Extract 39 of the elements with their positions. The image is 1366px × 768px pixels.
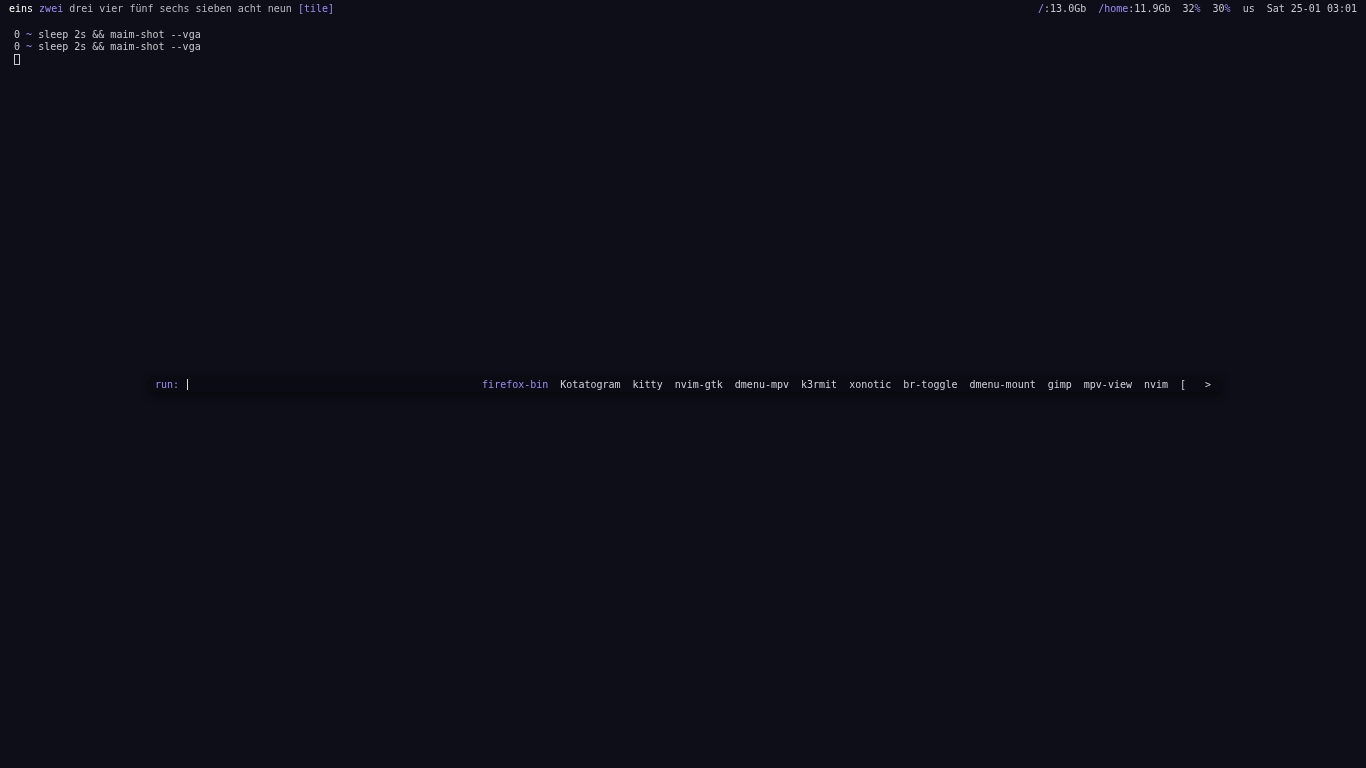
launcher-prompt: run: [155, 378, 180, 390]
status-item: Sat 25-01 03:01 [1266, 2, 1357, 14]
launcher-item[interactable]: xonotic [849, 378, 892, 390]
workspace-tab[interactable]: drei [69, 2, 94, 14]
layout-indicator: [tile] [297, 2, 334, 14]
status-item: /home:11.9Gb [1098, 2, 1171, 14]
launcher-item[interactable]: Kotatogram [560, 378, 621, 390]
command-text: sleep 2s && maim-shot --vga [38, 29, 201, 40]
workspace-tab[interactable]: sechs [159, 2, 190, 14]
exit-status: 0 [14, 29, 21, 40]
workspace-tab[interactable]: vier [99, 2, 124, 14]
launcher-item[interactable]: dmenu-mpv [734, 378, 789, 390]
launcher-item[interactable]: nvim-gtk [674, 378, 723, 390]
launcher-item[interactable]: firefox-bin [482, 378, 549, 390]
workspace-tab[interactable]: neun [267, 2, 292, 14]
workspace-tab[interactable]: acht [237, 2, 262, 14]
launcher-item[interactable]: dmenu-mount [969, 378, 1036, 390]
launcher-item[interactable]: [ [1180, 378, 1187, 390]
prompt-directory: ~ [26, 29, 33, 40]
workspace-tab[interactable]: fünf [129, 2, 154, 14]
launcher-item[interactable]: mpv-view [1083, 378, 1132, 390]
launcher-item[interactable]: br-toggle [903, 378, 958, 390]
status-item: 32% [1182, 2, 1201, 14]
command-text: sleep 2s && maim-shot --vga [38, 41, 201, 52]
exit-status: 0 [14, 41, 21, 52]
status-item: us [1242, 2, 1255, 14]
text-caret [187, 378, 189, 390]
terminal-cursor [14, 54, 20, 65]
status-item: 30% [1212, 2, 1231, 14]
status-item: /:13.0Gb [1038, 2, 1087, 14]
launcher-item[interactable]: kitty [632, 378, 663, 390]
workspace-tab[interactable]: zwei [39, 2, 64, 14]
launcher-item[interactable]: gimp [1047, 378, 1072, 390]
prompt-directory: ~ [26, 41, 33, 52]
workspace-tab[interactable]: eins [9, 2, 34, 14]
launcher-item[interactable]: k3rmit [801, 378, 838, 390]
launcher-item[interactable]: nvim [1144, 378, 1169, 390]
workspace-tab[interactable]: sieben [195, 2, 232, 14]
more-items-indicator[interactable]: > [1204, 378, 1211, 390]
